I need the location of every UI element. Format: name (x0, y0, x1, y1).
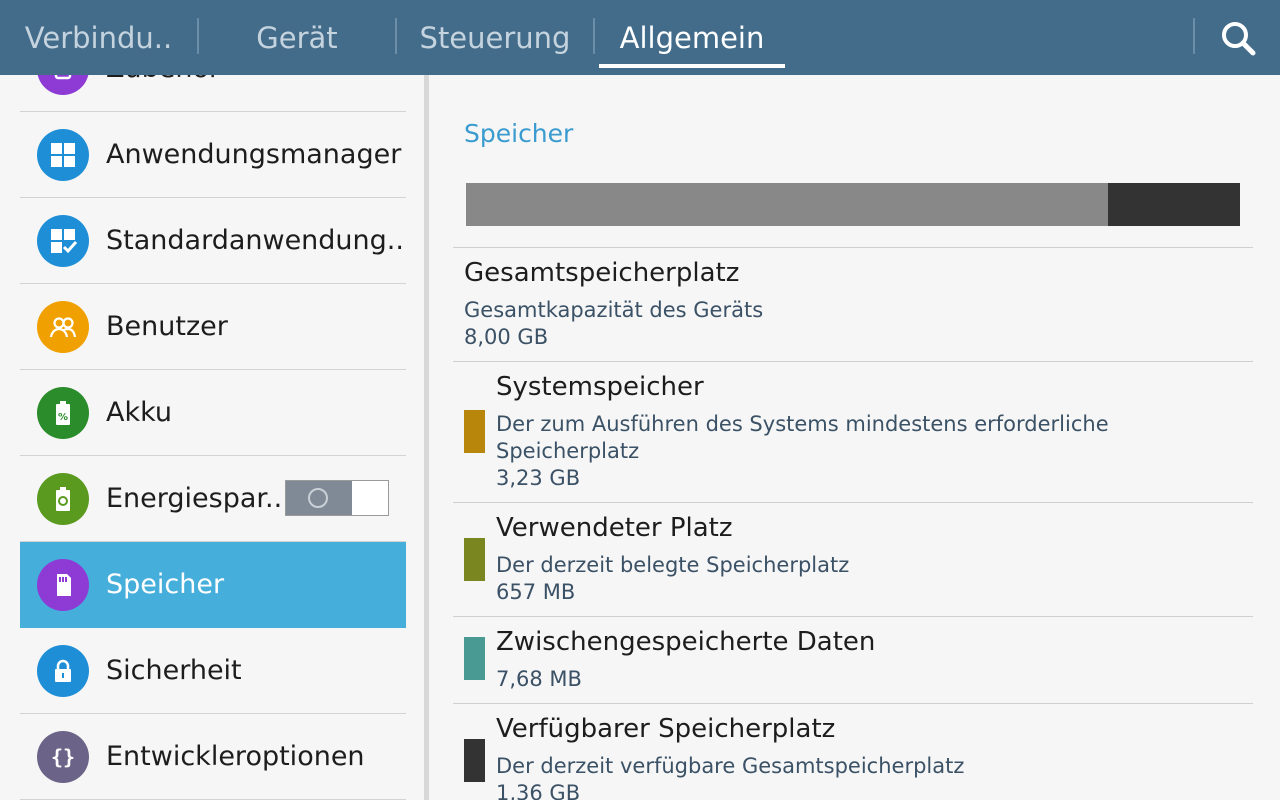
row-title: Verfügbarer Speicherplatz (496, 714, 836, 744)
sidebar-item-users[interactable]: Benutzer (20, 284, 406, 370)
sidebar-item-default-apps[interactable]: Standardanwendung.. (20, 198, 406, 284)
sidebar-item-label: Akku (106, 397, 173, 428)
sidebar-item-label: Standardanwendung.. (106, 225, 404, 256)
sidebar-item-developer-options[interactable]: {} Entwickleroptionen (20, 714, 406, 800)
sidebar-item-label: Speicher (106, 569, 225, 600)
row-title: Zwischengespeicherte Daten (496, 627, 876, 657)
active-tab-indicator (599, 64, 785, 68)
divider (453, 361, 1253, 362)
app-grid-icon (37, 129, 89, 181)
sidebar-item-label: Anwendungsmanager (106, 139, 402, 170)
sidebar-item-storage[interactable]: Speicher (20, 542, 406, 628)
sd-card-icon (37, 559, 89, 611)
sidebar-item-label: Entwickleroptionen (106, 741, 365, 772)
toggle-off-icon (308, 488, 328, 508)
row-title: Systemspeicher (496, 372, 704, 402)
sidebar-item-label: Benutzer (106, 311, 228, 342)
color-swatch (464, 739, 485, 782)
tab-device[interactable]: Gerät (199, 0, 395, 75)
settings-sidebar[interactable]: Zubehör Anwendungsmanager Standardanwend… (0, 75, 424, 800)
row-title: Gesamtspeicherplatz (464, 258, 740, 288)
color-swatch (464, 410, 485, 453)
divider (453, 616, 1253, 617)
sidebar-item-power-saving[interactable]: Energiespar.. (20, 456, 406, 542)
divider (453, 247, 1253, 248)
divider (453, 703, 1253, 704)
sidebar-item-label: Zubehör (106, 75, 220, 112)
storage-detail-pane[interactable]: Speicher Gesamtspeicherplatz Gesamtkapaz… (429, 75, 1280, 800)
braces-icon: {} (37, 731, 89, 783)
search-icon (1222, 22, 1256, 56)
row-description: Der zum Ausführen des Systems mindestens… (496, 412, 1109, 463)
battery-icon: % (37, 387, 89, 439)
row-value: 3,23 GB (496, 466, 581, 490)
top-tab-bar: Verbindu.. Gerät Steuerung Allgemein (0, 0, 1280, 75)
users-icon (37, 301, 89, 353)
storage-usage-bar (466, 183, 1240, 226)
row-value: 8,00 GB (464, 325, 549, 349)
tab-connections[interactable]: Verbindu.. (0, 0, 197, 75)
row-title: Verwendeter Platz (496, 513, 733, 543)
toggle-off-indicator (286, 481, 352, 515)
row-value: 7,68 MB (496, 667, 582, 691)
sidebar-item-battery[interactable]: % Akku (20, 370, 406, 456)
color-swatch (464, 637, 485, 680)
row-description: Der derzeit verfügbare Gesamtspeicherpla… (496, 754, 965, 778)
power-saving-icon (37, 473, 89, 525)
row-value: 1,36 GB (496, 781, 581, 800)
svg-text:{}: {} (51, 745, 75, 769)
sidebar-item-accessory[interactable]: Zubehör (20, 75, 406, 112)
svg-text:%: % (58, 412, 68, 423)
default-apps-icon (37, 215, 89, 267)
lock-icon (37, 645, 89, 697)
section-title: Speicher (464, 119, 574, 148)
row-value: 657 MB (496, 580, 576, 604)
row-description: Der derzeit belegte Speicherplatz (496, 553, 850, 577)
power-saving-toggle[interactable] (285, 480, 389, 516)
row-description: Gesamtkapazität des Geräts (464, 298, 764, 322)
sidebar-item-label: Sicherheit (106, 655, 242, 686)
divider (453, 502, 1253, 503)
storage-used-fill (466, 183, 1109, 226)
tab-controls[interactable]: Steuerung (397, 0, 593, 75)
tab-separator (1193, 18, 1195, 54)
sidebar-item-security[interactable]: Sicherheit (20, 628, 406, 714)
sidebar-item-label: Energiespar.. (106, 483, 283, 514)
color-swatch (464, 538, 485, 581)
accessory-icon (37, 75, 89, 95)
search-button[interactable] (1213, 13, 1263, 63)
sidebar-item-application-manager[interactable]: Anwendungsmanager (20, 112, 406, 198)
